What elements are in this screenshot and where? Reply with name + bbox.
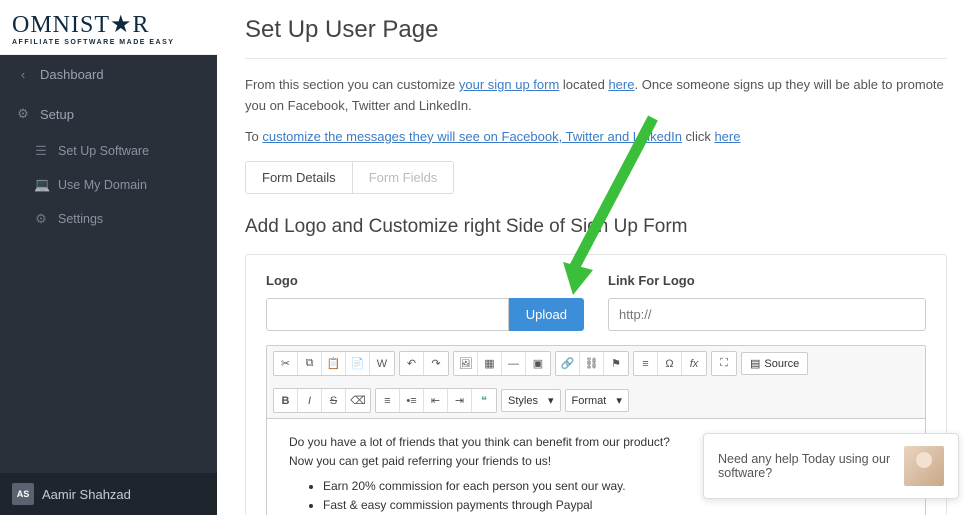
copy-icon[interactable]: ⧉ [298,352,322,375]
nav-settings[interactable]: ⚙ Settings [0,202,217,236]
nav-label: Set Up Software [58,144,149,158]
link-logo-label: Link For Logo [608,273,926,288]
strike-icon[interactable]: S [322,389,346,412]
unlink-icon[interactable]: ⛓ [580,352,604,375]
undo-icon[interactable]: ↶ [400,352,424,375]
intro-text: From this section you can customize [245,77,459,92]
intro-paragraph-1: From this section you can customize your… [245,75,947,117]
nav-label: Dashboard [40,67,104,82]
nav-setup[interactable]: ⚙ Setup [0,94,217,134]
tab-form-details[interactable]: Form Details [246,162,352,193]
monitor-icon: 💻 [34,177,48,193]
nav-setup-software[interactable]: ☰ Set Up Software [0,134,217,168]
anchor-icon[interactable]: ⚑ [604,352,628,375]
chat-message: Need any help Today using our software? [718,452,894,480]
intro-text: click [682,129,715,144]
logo-label: Logo [266,273,584,288]
source-icon: ▤ [750,357,760,370]
sliders-icon: ☰ [34,143,48,159]
tabs: Form Details Form Fields [245,161,454,194]
link-here-2[interactable]: here [714,129,740,144]
blockquote-icon[interactable]: ❝ [472,389,496,412]
chevron-down-icon: ▾ [548,394,554,407]
nav-label: Use My Domain [58,178,147,192]
bold-icon[interactable]: B [274,389,298,412]
gauge-icon: ⚙ [16,106,30,122]
brand-logo: OMNIST★R AFFILIATE SOFTWARE MADE EASY [0,0,217,55]
user-footer[interactable]: AS Aamir Shahzad [0,473,217,515]
styles-dropdown[interactable]: Styles▾ [501,389,561,412]
nav-use-domain[interactable]: 💻 Use My Domain [0,168,217,202]
paste-word-icon[interactable]: W [370,352,394,375]
upload-button[interactable]: Upload [509,298,584,331]
nav-label: Settings [58,212,103,226]
chevron-left-icon: ‹ [16,67,30,82]
italic-icon[interactable]: I [298,389,322,412]
link-here-1[interactable]: here [608,77,634,92]
link-icon[interactable]: 🔗 [556,352,580,375]
special-char-icon[interactable]: Ω [658,352,682,375]
bullet-list-icon[interactable]: •≡ [400,389,424,412]
chat-widget[interactable]: Need any help Today using our software? [703,433,959,499]
intro-text: located [559,77,608,92]
hr-icon[interactable]: — [502,352,526,375]
chat-avatar [904,446,944,486]
brand-tagline: AFFILIATE SOFTWARE MADE EASY [12,39,205,46]
sidebar: OMNIST★R AFFILIATE SOFTWARE MADE EASY ‹ … [0,0,217,515]
link-logo-input[interactable] [608,298,926,331]
cut-icon[interactable]: ✂ [274,352,298,375]
intro-paragraph-2: To customize the messages they will see … [245,127,947,148]
paste-text-icon[interactable]: 📄 [346,352,370,375]
tab-form-fields[interactable]: Form Fields [352,162,454,193]
outdent-icon[interactable]: ⇤ [424,389,448,412]
remove-format-icon[interactable]: ⌫ [346,389,370,412]
logo-file-input[interactable] [266,298,509,331]
fx-icon[interactable]: fx [682,352,706,375]
link-customize-messages[interactable]: customize the messages they will see on … [262,129,682,144]
numbered-list-icon[interactable]: ≡ [376,389,400,412]
brand-name: OMNIST★R [12,10,205,39]
source-button[interactable]: ▤ Source [741,352,808,375]
format-dropdown[interactable]: Format▾ [565,389,629,412]
nav-label: Setup [40,107,74,122]
table-icon[interactable]: ▦ [478,352,502,375]
gear-icon: ⚙ [34,211,48,227]
nav-dashboard[interactable]: ‹ Dashboard [0,55,217,94]
paste-icon[interactable]: 📋 [322,352,346,375]
editor-toolbar: ✂ ⧉ 📋 📄 W ↶ ↷ 🖼 ▦ — ▣ 🔗 [267,346,925,419]
embed-icon[interactable]: ▣ [526,352,550,375]
image-icon[interactable]: 🖼 [454,352,478,375]
intro-text: To [245,129,262,144]
section-title: Add Logo and Customize right Side of Sig… [245,216,947,238]
maximize-icon[interactable]: ⛶ [712,352,736,375]
chevron-down-icon: ▾ [616,394,622,407]
link-signup-form[interactable]: your sign up form [459,77,559,92]
page-title: Set Up User Page [245,16,947,44]
align-icon[interactable]: ≡ [634,352,658,375]
indent-icon[interactable]: ⇥ [448,389,472,412]
user-name: Aamir Shahzad [42,487,131,502]
divider [245,58,947,59]
user-avatar: AS [12,483,34,505]
redo-icon[interactable]: ↷ [424,352,448,375]
